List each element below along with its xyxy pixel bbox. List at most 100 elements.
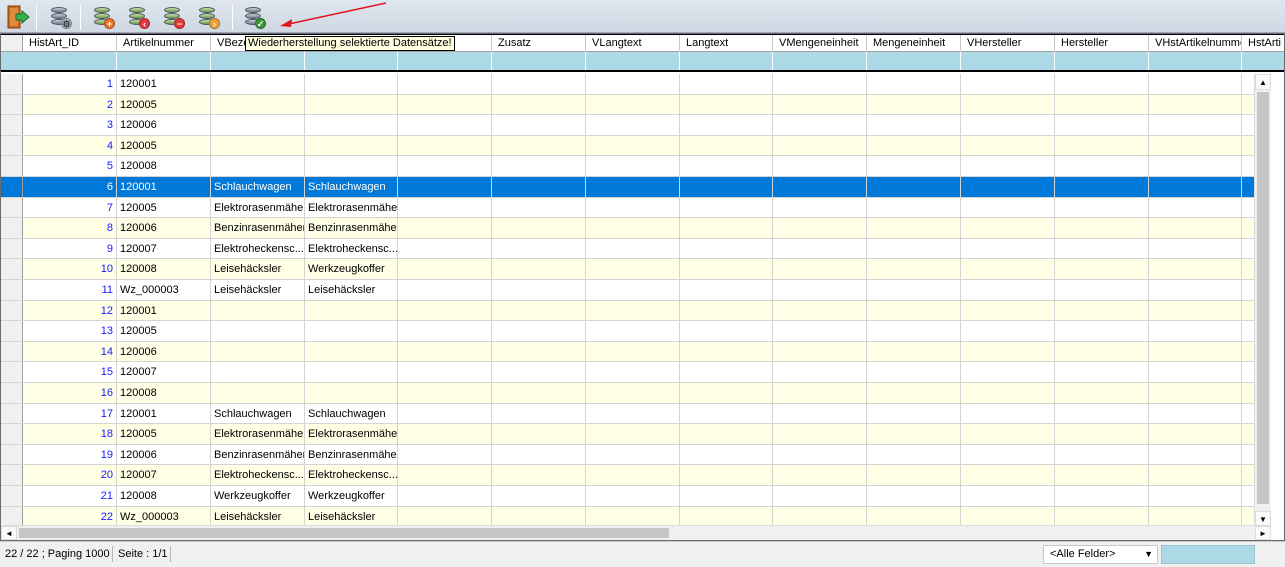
table-cell[interactable]: Werkzeugkoffer <box>211 486 305 506</box>
table-cell[interactable] <box>492 156 586 177</box>
column-header[interactable]: Mengeneinheit <box>867 35 961 52</box>
id-cell[interactable]: 13 <box>23 321 117 342</box>
table-cell[interactable] <box>680 444 773 465</box>
table-cell[interactable] <box>961 218 1055 239</box>
table-cell[interactable] <box>1149 197 1242 218</box>
table-cell[interactable] <box>305 383 398 403</box>
table-cell[interactable] <box>492 177 586 197</box>
table-cell[interactable]: Elektroheckensc... <box>305 238 398 259</box>
table-cell[interactable] <box>1055 115 1149 136</box>
table-cell[interactable] <box>586 444 680 465</box>
table-cell[interactable] <box>867 259 961 280</box>
table-row[interactable]: 19 120006 Benzinrasenmäher Benzinrasenmäher <box>1 444 1271 466</box>
table-cell[interactable] <box>586 94 680 115</box>
table-cell[interactable] <box>1149 115 1242 136</box>
table-cell[interactable]: 120005 <box>117 135 211 156</box>
table-cell[interactable] <box>305 362 398 383</box>
filter-cell[interactable] <box>492 52 586 70</box>
column-header[interactable]: VHersteller <box>961 35 1055 52</box>
table-cell[interactable] <box>398 280 492 300</box>
table-cell[interactable] <box>680 300 773 321</box>
table-cell[interactable]: 120005 <box>117 321 211 342</box>
column-header[interactable]: VMengeneinheit <box>773 35 867 52</box>
table-cell[interactable] <box>1055 486 1149 506</box>
table-cell[interactable] <box>492 403 586 424</box>
table-cell[interactable] <box>1055 403 1149 424</box>
table-cell[interactable] <box>398 486 492 506</box>
table-row[interactable]: 21 120008 Werkzeugkoffer Werkzeugkoffer <box>1 486 1271 507</box>
table-cell[interactable] <box>961 156 1055 177</box>
horizontal-scrollbar[interactable]: ◄ ► <box>1 525 1271 540</box>
table-cell[interactable] <box>305 156 398 177</box>
id-cell[interactable]: 2 <box>23 94 117 115</box>
table-cell[interactable] <box>773 156 867 177</box>
table-cell[interactable] <box>867 115 961 136</box>
table-cell[interactable] <box>773 383 867 403</box>
table-cell[interactable] <box>680 177 773 197</box>
table-cell[interactable]: Werkzeugkoffer <box>305 486 398 506</box>
table-cell[interactable] <box>773 74 867 94</box>
table-cell[interactable] <box>492 424 586 445</box>
table-cell[interactable] <box>492 465 586 486</box>
table-cell[interactable] <box>586 74 680 94</box>
table-cell[interactable] <box>773 506 867 527</box>
table-cell[interactable]: 120006 <box>117 444 211 465</box>
table-cell[interactable] <box>961 135 1055 156</box>
filter-cell[interactable] <box>1149 52 1242 70</box>
row-selector[interactable] <box>1 300 23 321</box>
table-cell[interactable]: Wz_000003 <box>117 506 211 527</box>
table-cell[interactable] <box>680 259 773 280</box>
table-cell[interactable] <box>680 218 773 239</box>
id-cell[interactable]: 12 <box>23 300 117 321</box>
table-cell[interactable] <box>1055 135 1149 156</box>
table-cell[interactable] <box>398 197 492 218</box>
table-cell[interactable] <box>1149 486 1242 506</box>
table-cell[interactable] <box>398 424 492 445</box>
table-cell[interactable] <box>305 321 398 342</box>
column-header[interactable]: Langtext <box>680 35 773 52</box>
table-cell[interactable] <box>1149 300 1242 321</box>
table-cell[interactable] <box>680 156 773 177</box>
table-cell[interactable] <box>492 300 586 321</box>
table-cell[interactable] <box>1149 259 1242 280</box>
table-cell[interactable] <box>961 424 1055 445</box>
id-cell[interactable]: 9 <box>23 238 117 259</box>
table-cell[interactable] <box>586 506 680 527</box>
table-cell[interactable] <box>961 403 1055 424</box>
table-cell[interactable] <box>305 115 398 136</box>
table-cell[interactable] <box>867 321 961 342</box>
table-row[interactable]: 17 120001 Schlauchwagen Schlauchwagen <box>1 403 1271 425</box>
row-selector[interactable] <box>1 444 23 465</box>
table-cell[interactable] <box>961 362 1055 383</box>
table-cell[interactable] <box>586 486 680 506</box>
table-cell[interactable]: 120007 <box>117 465 211 486</box>
table-cell[interactable] <box>680 115 773 136</box>
table-cell[interactable] <box>961 383 1055 403</box>
scroll-up-icon[interactable]: ▲ <box>1255 74 1271 90</box>
table-cell[interactable] <box>305 300 398 321</box>
row-selector[interactable] <box>1 115 23 135</box>
column-header[interactable]: Zusatz <box>492 35 586 52</box>
table-cell[interactable]: Leisehäcksler <box>305 506 398 527</box>
table-cell[interactable] <box>492 259 586 280</box>
table-cell[interactable] <box>492 341 586 362</box>
table-cell[interactable] <box>211 321 305 342</box>
row-selector[interactable] <box>1 403 23 424</box>
row-selector[interactable] <box>1 218 23 238</box>
row-selector[interactable] <box>1 362 23 382</box>
table-cell[interactable] <box>586 424 680 445</box>
table-cell[interactable] <box>961 506 1055 527</box>
table-cell[interactable] <box>586 156 680 177</box>
id-cell[interactable]: 1 <box>23 74 117 94</box>
table-cell[interactable] <box>867 486 961 506</box>
id-cell[interactable]: 3 <box>23 115 117 136</box>
table-cell[interactable] <box>867 362 961 383</box>
table-row[interactable]: 13 120005 <box>1 321 1271 342</box>
vertical-scrollbar[interactable]: ▲ ▼ <box>1254 74 1271 527</box>
filter-cell[interactable] <box>586 52 680 70</box>
table-cell[interactable] <box>1149 506 1242 527</box>
table-cell[interactable] <box>586 321 680 342</box>
row-selector[interactable] <box>1 506 23 527</box>
table-cell[interactable] <box>867 197 961 218</box>
table-cell[interactable] <box>680 238 773 259</box>
